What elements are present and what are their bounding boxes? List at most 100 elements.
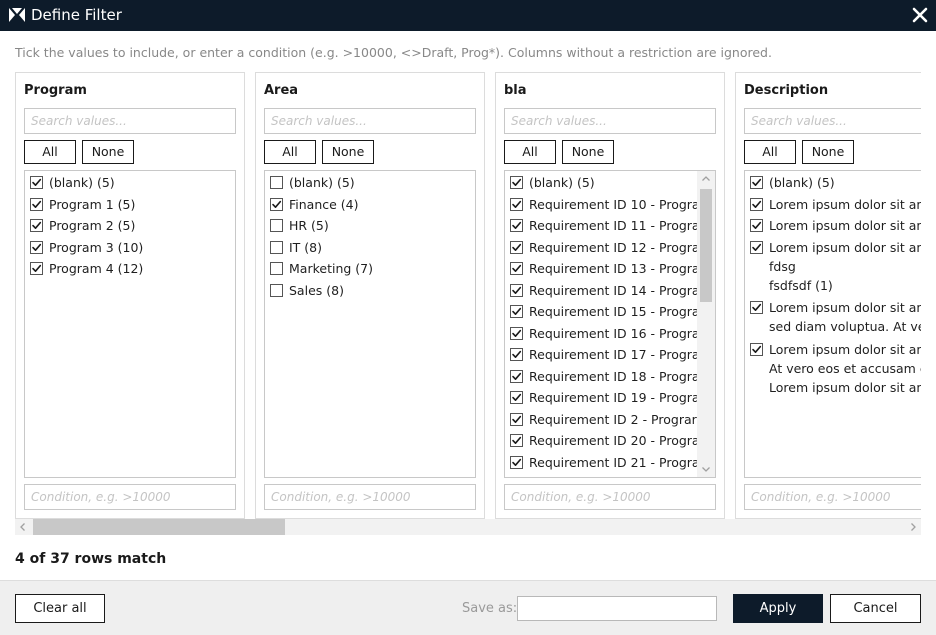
- select-none-button[interactable]: None: [802, 140, 854, 164]
- value-label: Lorem ipsum dolor sit an: [769, 196, 921, 212]
- checkbox-checked-icon[interactable]: [750, 301, 763, 314]
- apply-button[interactable]: Apply: [733, 594, 823, 623]
- select-all-button[interactable]: All: [504, 140, 556, 164]
- value-label: fdsg: [769, 258, 796, 274]
- value-label: (blank) (5): [289, 175, 355, 190]
- checkbox-checked-icon[interactable]: [510, 219, 523, 232]
- checkbox-checked-icon[interactable]: [510, 455, 523, 469]
- condition-input[interactable]: [504, 484, 716, 510]
- checkbox-checked-icon[interactable]: [510, 434, 523, 447]
- search-values-input[interactable]: [24, 108, 236, 134]
- value-label: Requirement ID 14 - Progra: [529, 282, 700, 298]
- value-label: fsdfsdf (1): [769, 277, 833, 293]
- checkbox-checked-icon[interactable]: [30, 240, 43, 254]
- value-label: Program 1 (5): [49, 196, 136, 212]
- value-label: Requirement ID 15 - Progra: [529, 304, 700, 319]
- window-title: Define Filter: [31, 6, 122, 24]
- checkbox-unchecked-icon[interactable]: [270, 176, 283, 189]
- value-label: sed diam voluptua. At ve: [769, 319, 921, 334]
- select-none-button[interactable]: None: [82, 140, 134, 164]
- checkbox-checked-icon[interactable]: [510, 197, 523, 211]
- checkbox-checked-icon[interactable]: [510, 283, 523, 297]
- checkbox-unchecked-icon[interactable]: [270, 283, 283, 297]
- horizontal-scroll-thumb[interactable]: [33, 519, 285, 535]
- horizontal-scrollbar[interactable]: [15, 519, 921, 535]
- checkbox-checked-icon[interactable]: [30, 262, 43, 275]
- clear-all-button[interactable]: Clear all: [15, 594, 105, 623]
- condition-input[interactable]: [744, 484, 921, 510]
- value-label: Requirement ID 11 - Progra: [529, 218, 700, 233]
- value-label: Program 3 (10): [49, 239, 144, 255]
- save-as-label: Save as:: [462, 601, 518, 616]
- checkbox-checked-icon[interactable]: [750, 342, 763, 356]
- value-label: At vero eos et accusam e: [769, 360, 921, 376]
- checkbox-checked-icon[interactable]: [510, 262, 523, 275]
- value-label: (blank) (5): [529, 175, 595, 190]
- checkbox-checked-icon[interactable]: [510, 240, 523, 254]
- value-label: Lorem ipsum dolor sit an: [769, 379, 921, 395]
- checkbox-checked-icon[interactable]: [510, 391, 523, 404]
- checkbox-checked-icon[interactable]: [270, 197, 283, 211]
- scroll-right-icon[interactable]: [905, 519, 921, 535]
- scroll-left-icon[interactable]: [15, 519, 31, 535]
- select-all-button[interactable]: All: [744, 140, 796, 164]
- value-label: Requirement ID 2 - Prograr: [529, 411, 697, 427]
- checkbox-checked-icon[interactable]: [30, 197, 43, 211]
- column-title: Area: [264, 83, 299, 98]
- checkbox-checked-icon[interactable]: [30, 219, 43, 232]
- condition-input[interactable]: [24, 484, 236, 510]
- save-as-input[interactable]: [517, 596, 717, 621]
- checkbox-checked-icon[interactable]: [510, 412, 523, 426]
- close-icon[interactable]: [910, 5, 930, 25]
- checkbox-checked-icon[interactable]: [750, 197, 763, 211]
- value-label: Requirement ID 12 - Progra: [529, 239, 700, 255]
- select-all-button[interactable]: All: [24, 140, 76, 164]
- column-title: bla: [504, 83, 527, 98]
- value-label: (blank) (5): [769, 175, 835, 190]
- match-count: 4 of 37 rows match: [15, 551, 167, 567]
- vertical-scrollbar[interactable]: [697, 171, 715, 477]
- checkbox-checked-icon[interactable]: [510, 326, 523, 340]
- select-none-button[interactable]: None: [562, 140, 614, 164]
- checkbox-checked-icon[interactable]: [750, 240, 763, 254]
- values-list: (blank) (5) Program 1 (5) Program 2 (5) Pro…: [24, 170, 236, 478]
- value-label: HR (5): [289, 218, 329, 233]
- scroll-up-icon[interactable]: [697, 171, 715, 187]
- checkbox-checked-icon[interactable]: [510, 348, 523, 361]
- checkbox-checked-icon[interactable]: [510, 369, 523, 383]
- checkbox-unchecked-icon[interactable]: [270, 219, 283, 232]
- checkbox-checked-icon[interactable]: [750, 219, 763, 232]
- checkbox-unchecked-icon[interactable]: [270, 262, 283, 275]
- search-values-input[interactable]: [504, 108, 716, 134]
- value-label: Requirement ID 10 - Progra: [529, 196, 700, 212]
- select-all-button[interactable]: All: [264, 140, 316, 164]
- value-label: IT (8): [289, 239, 323, 255]
- value-label: (blank) (5): [49, 175, 115, 190]
- checkbox-checked-icon[interactable]: [510, 305, 523, 318]
- checkbox-checked-icon[interactable]: [750, 176, 763, 189]
- value-label: Requirement ID 13 - Progra: [529, 261, 700, 276]
- dialog-footer: Clear all Save as: Apply Cancel: [0, 580, 936, 635]
- values-list: (blank) (5) Requirement ID 10 - Progra Req…: [504, 170, 716, 478]
- scroll-down-icon[interactable]: [697, 461, 715, 477]
- value-label: Lorem ipsum dolor sit an: [769, 218, 921, 233]
- value-label: Finance (4): [289, 196, 359, 212]
- condition-input[interactable]: [264, 484, 476, 510]
- values-list: (blank) (5) Finance (4) HR (5) IT (8) Market…: [264, 170, 476, 478]
- value-label: Requirement ID 17 - Progra: [529, 347, 700, 362]
- filter-column: bla AllNone (blank) (5) Requirement ID 10 -…: [495, 72, 725, 519]
- value-label: Program 4 (12): [49, 261, 144, 276]
- vertical-scroll-thumb[interactable]: [700, 189, 712, 302]
- checkbox-checked-icon[interactable]: [510, 176, 523, 189]
- cancel-button[interactable]: Cancel: [830, 594, 921, 623]
- search-values-input[interactable]: [264, 108, 476, 134]
- search-values-input[interactable]: [744, 108, 921, 134]
- checkbox-checked-icon[interactable]: [30, 176, 43, 189]
- checkbox-unchecked-icon[interactable]: [270, 240, 283, 254]
- column-title: Description: [744, 83, 829, 98]
- select-none-button[interactable]: None: [322, 140, 374, 164]
- filter-column: Description AllNone (blank) (5) Lorem ipsum…: [735, 72, 921, 519]
- value-label: Requirement ID 16 - Progra: [529, 325, 700, 341]
- title-bar: Define Filter: [0, 0, 936, 31]
- column-title: Program: [24, 83, 87, 98]
